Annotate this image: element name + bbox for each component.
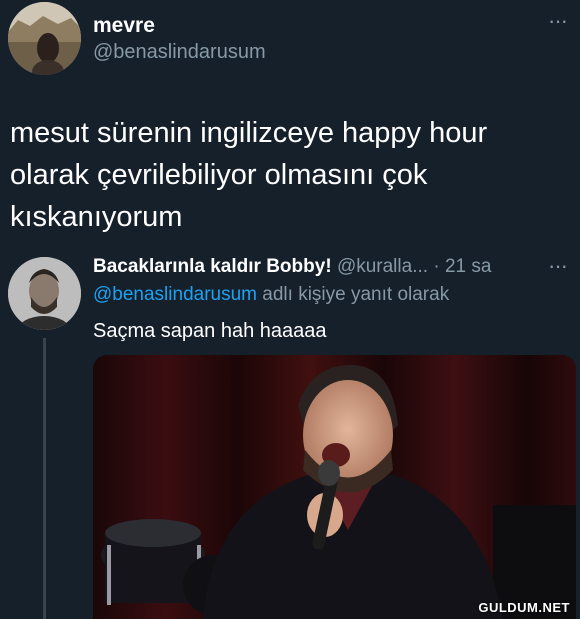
reply-text: Saçma sapan hah haaaaa	[93, 320, 327, 342]
author-avatar[interactable]	[8, 2, 81, 75]
replying-to-suffix: adlı kişiye yanıt olarak	[262, 284, 450, 305]
author-name[interactable]: mevre	[93, 14, 155, 38]
reply-header: Bacaklarınla kaldır Bobby! @kuralla... ·…	[93, 256, 491, 278]
thread-line	[43, 338, 46, 619]
separator: ·	[433, 256, 440, 277]
tweet-text: mesut sürenin ingilizceye happy hour ola…	[10, 117, 488, 233]
reply-author-name[interactable]: Bacaklarınla kaldır Bobby!	[93, 256, 332, 277]
avatar-photo	[8, 257, 81, 330]
avatar-photo	[8, 2, 81, 75]
reply-media-image[interactable]: GULDUM.NET	[93, 355, 576, 619]
reply-time[interactable]: 21 sa	[445, 256, 491, 277]
stage-photo	[93, 355, 576, 619]
replying-to: @benaslindarusum adlı kişiye yanıt olara…	[93, 284, 449, 306]
watermark: GULDUM.NET	[478, 600, 570, 615]
reply-author-avatar[interactable]	[8, 257, 81, 330]
more-options-icon[interactable]: ···	[548, 8, 568, 34]
reply-more-options-icon[interactable]: ···	[548, 253, 568, 279]
author-handle[interactable]: @benaslindarusum	[93, 41, 266, 64]
reply-author-handle[interactable]: @kuralla...	[337, 256, 428, 277]
replying-to-link[interactable]: @benaslindarusum	[93, 284, 257, 305]
